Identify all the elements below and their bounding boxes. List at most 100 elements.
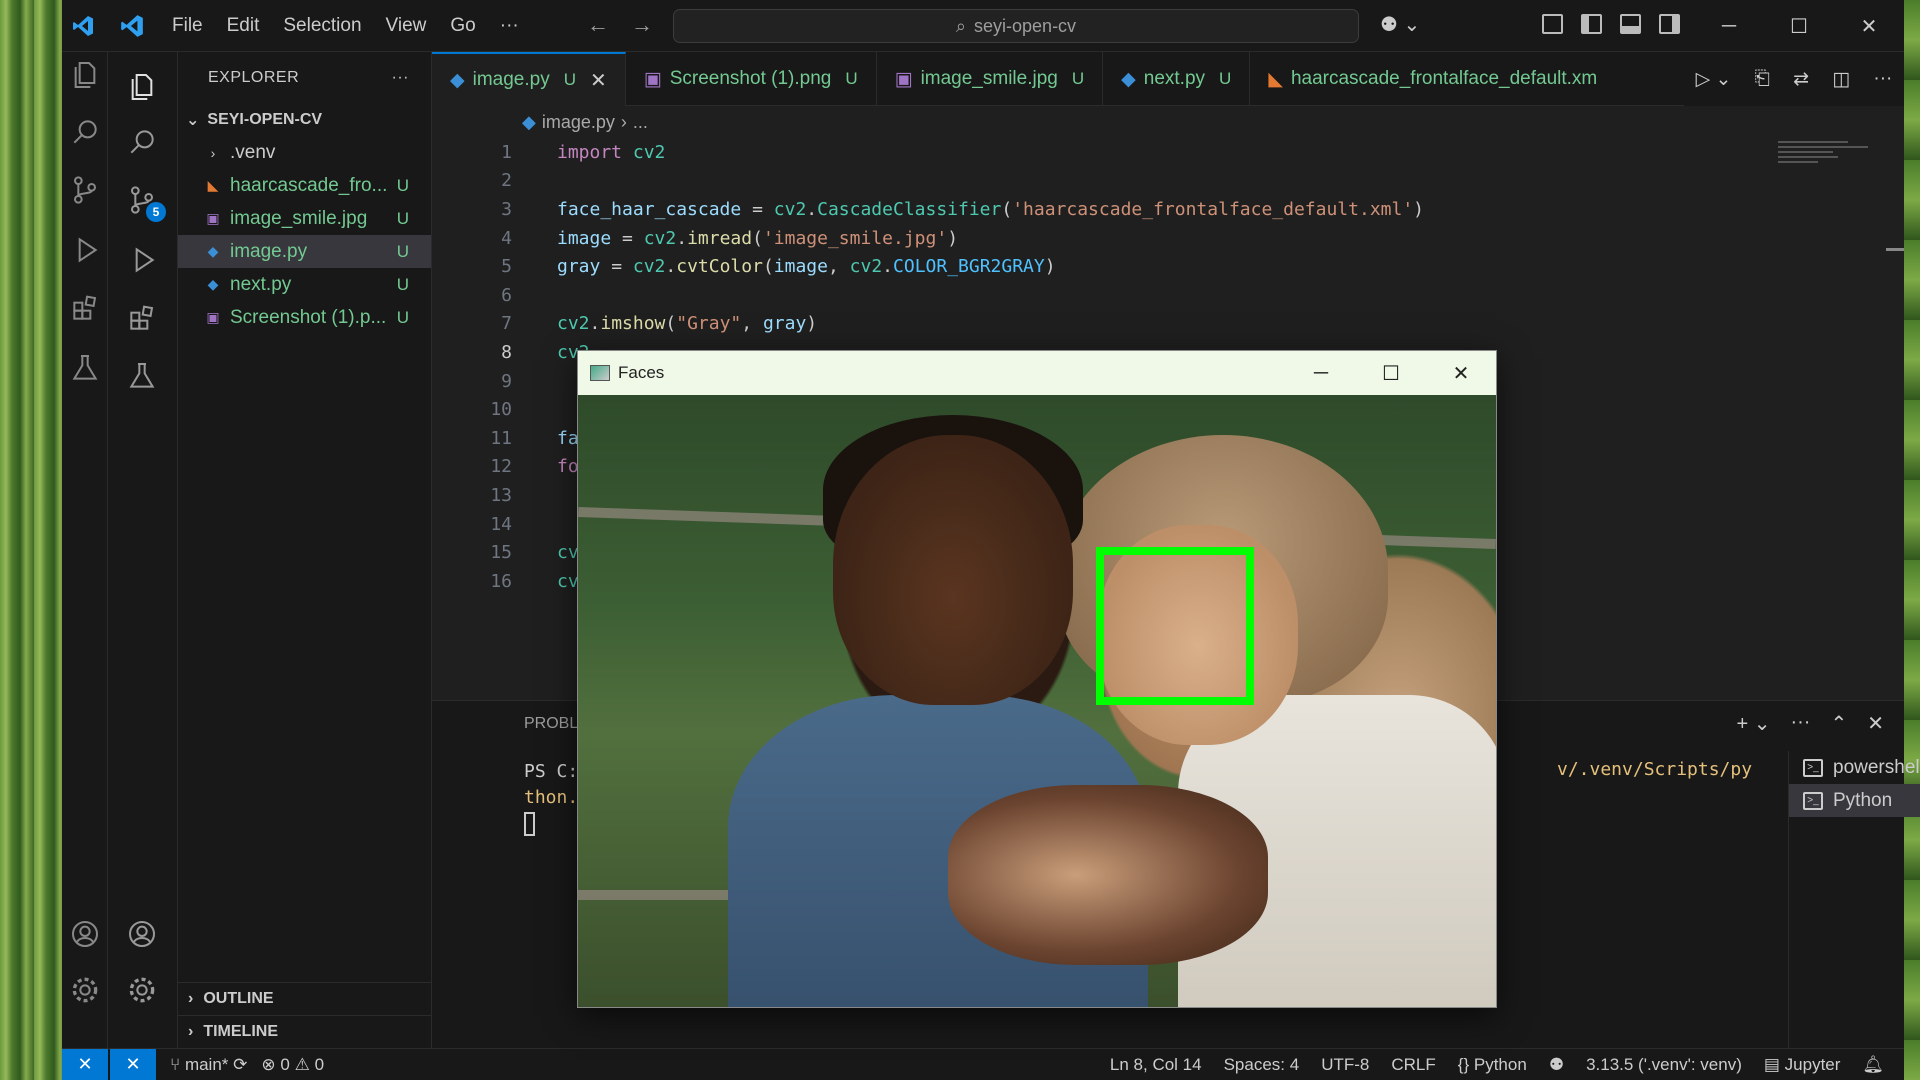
git-branch[interactable]: ⑂ main* ⟳ <box>170 1055 247 1075</box>
terminal-list: >_ powershell >_ Python <box>1788 751 1920 1049</box>
back-arrow-icon[interactable]: ← <box>587 12 609 38</box>
tree-item-screenshot[interactable]: ▣ Screenshot (1).p... U <box>178 301 431 334</box>
remote-icon[interactable]: ✕ <box>62 1048 108 1080</box>
toggle-panel-icon[interactable] <box>1620 14 1641 34</box>
menu-selection[interactable]: Selection <box>271 0 373 52</box>
workspace-folder[interactable]: ⌄ SEYI-OPEN-CV <box>178 104 431 136</box>
menu-more[interactable]: ··· <box>488 0 531 52</box>
compare-icon[interactable]: ⇄ <box>1793 68 1809 91</box>
tree-item-next-py[interactable]: ◆ next.py U <box>178 268 431 301</box>
command-center-search[interactable]: ⌕ seyi-open-cv <box>673 9 1359 43</box>
cursor-position[interactable]: Ln 8, Col 14 <box>1110 1055 1202 1075</box>
extensions-icon[interactable] <box>124 300 160 336</box>
explorer-icon[interactable] <box>67 57 103 93</box>
python-file-icon: ◆ <box>207 276 219 292</box>
tree-item-image-py[interactable]: ◆ image.py U <box>178 235 431 268</box>
run-python-file-icon[interactable]: ▷ ⌄ <box>1696 68 1732 91</box>
copilot-icon[interactable]: ⚉ <box>1549 1055 1564 1075</box>
tree-item-haarcascade[interactable]: ◣ haarcascade_fro... U <box>178 169 431 202</box>
settings-gear-icon[interactable] <box>124 972 160 1008</box>
close-icon[interactable]: ✕ <box>590 68 607 93</box>
maximize-panel-icon[interactable]: ⌃ <box>1830 711 1847 736</box>
account-icon[interactable] <box>67 916 103 952</box>
language-mode[interactable]: {} Python <box>1458 1055 1527 1075</box>
python-file-icon: ◆ <box>450 69 465 91</box>
source-control-icon[interactable]: 5 <box>124 182 166 222</box>
encoding[interactable]: UTF-8 <box>1321 1055 1369 1075</box>
maximize-icon[interactable]: ☐ <box>1764 0 1834 52</box>
tab-haarcascade[interactable]: ◣ haarcascade_frontalface_default.xm <box>1250 52 1615 106</box>
indentation[interactable]: Spaces: 4 <box>1224 1055 1300 1075</box>
customize-layout-icon[interactable] <box>1542 14 1563 34</box>
split-editor-icon[interactable]: ◫ <box>1832 68 1850 91</box>
notifications-bell-icon[interactable]: 🔔︎ <box>1862 1055 1884 1075</box>
close-icon[interactable]: ✕ <box>1426 351 1496 395</box>
outline-section[interactable]: › OUTLINE <box>178 982 431 1015</box>
activity-bar: 5 <box>108 52 178 1048</box>
vscode-logo-icon <box>62 0 104 52</box>
activity-bar-secondary <box>62 52 108 1048</box>
chevron-right-icon: › <box>620 111 627 132</box>
tab-image-smile[interactable]: ▣ image_smile.jpg U <box>877 52 1104 106</box>
toggle-primary-sidebar-icon[interactable] <box>1581 14 1602 34</box>
problems-count[interactable]: ⊗ 0 ⚠ 0 <box>261 1055 324 1075</box>
source-control-icon[interactable] <box>67 172 103 208</box>
tree-item-venv[interactable]: › .venv <box>178 136 431 169</box>
end-of-line[interactable]: CRLF <box>1391 1055 1435 1075</box>
more-actions-icon[interactable]: ··· <box>392 69 409 87</box>
chevron-right-icon: › <box>210 144 216 161</box>
python-interpreter[interactable]: 3.13.5 ('.venv': venv) <box>1586 1055 1742 1075</box>
code-line: 2 <box>501 170 512 192</box>
run-debug-icon[interactable] <box>124 242 160 278</box>
testing-icon[interactable] <box>124 358 160 394</box>
toggle-secondary-sidebar-icon[interactable] <box>1659 14 1680 34</box>
new-terminal-icon[interactable]: + ⌄ <box>1736 711 1770 736</box>
explorer-sidebar: EXPLORER ··· ⌄ SEYI-OPEN-CV › .venv ◣ ha… <box>178 52 432 1048</box>
maximize-icon[interactable]: ☐ <box>1356 351 1426 395</box>
breadcrumb-rest[interactable]: ... <box>633 112 648 133</box>
account-icon[interactable] <box>124 916 160 952</box>
more-actions-icon[interactable]: ··· <box>1873 68 1892 90</box>
terminal-cursor <box>524 812 535 836</box>
more-actions-icon[interactable]: ··· <box>1790 711 1810 736</box>
close-icon[interactable]: ✕ <box>1834 0 1904 52</box>
opencv-title-bar[interactable]: Faces ─ ☐ ✕ <box>578 351 1496 395</box>
breadcrumb-file[interactable]: image.py <box>542 112 615 133</box>
settings-gear-icon[interactable] <box>67 972 103 1008</box>
chevron-down-icon: ⌄ <box>186 112 200 129</box>
minimize-icon[interactable]: ─ <box>1286 351 1356 395</box>
tab-next-py[interactable]: ◆ next.py U <box>1103 52 1251 106</box>
menu-view[interactable]: View <box>374 0 439 52</box>
minimize-icon[interactable]: ─ <box>1694 0 1764 52</box>
image-file-icon: ▣ <box>206 309 220 325</box>
minimap[interactable] <box>1778 138 1878 178</box>
extensions-icon[interactable] <box>67 290 103 326</box>
timeline-section[interactable]: › TIMELINE <box>178 1015 431 1048</box>
window-app-icon <box>590 365 610 381</box>
jupyter-status[interactable]: ▤ Jupyter <box>1764 1055 1841 1075</box>
open-changes-icon[interactable]: ⎗ <box>1755 68 1770 90</box>
menu-file[interactable]: File <box>160 0 215 52</box>
copilot-icon[interactable]: ⚉ ⌄ <box>1380 12 1420 37</box>
tab-image-py[interactable]: ◆ image.py U ✕ <box>432 52 626 106</box>
close-panel-icon[interactable]: ✕ <box>1867 711 1884 736</box>
opencv-faces-window[interactable]: Faces ─ ☐ ✕ <box>577 350 1497 1008</box>
search-icon: ⌕ <box>955 15 967 36</box>
remote-icon[interactable]: ✕ <box>110 1048 156 1080</box>
terminal-item-powershell[interactable]: >_ powershell <box>1789 751 1920 784</box>
menu-edit[interactable]: Edit <box>215 0 272 52</box>
code-line: 5 gray = cv2.cvtColor(image, cv2.COLOR_BG… <box>501 256 1056 278</box>
tree-item-image-smile[interactable]: ▣ image_smile.jpg U <box>178 202 431 235</box>
terminal-item-python[interactable]: >_ Python <box>1789 784 1920 817</box>
search-icon[interactable] <box>67 114 103 150</box>
testing-icon[interactable] <box>67 350 103 386</box>
chevron-right-icon: › <box>188 1023 194 1040</box>
scrollbar[interactable] <box>1886 248 1904 251</box>
forward-arrow-icon[interactable]: → <box>631 12 653 38</box>
menu-go[interactable]: Go <box>438 0 487 52</box>
explorer-icon[interactable] <box>124 69 160 105</box>
python-file-icon: ◆ <box>207 243 219 259</box>
tab-screenshot[interactable]: ▣ Screenshot (1).png U <box>626 52 877 106</box>
search-icon[interactable] <box>124 124 160 160</box>
run-debug-icon[interactable] <box>67 232 103 268</box>
